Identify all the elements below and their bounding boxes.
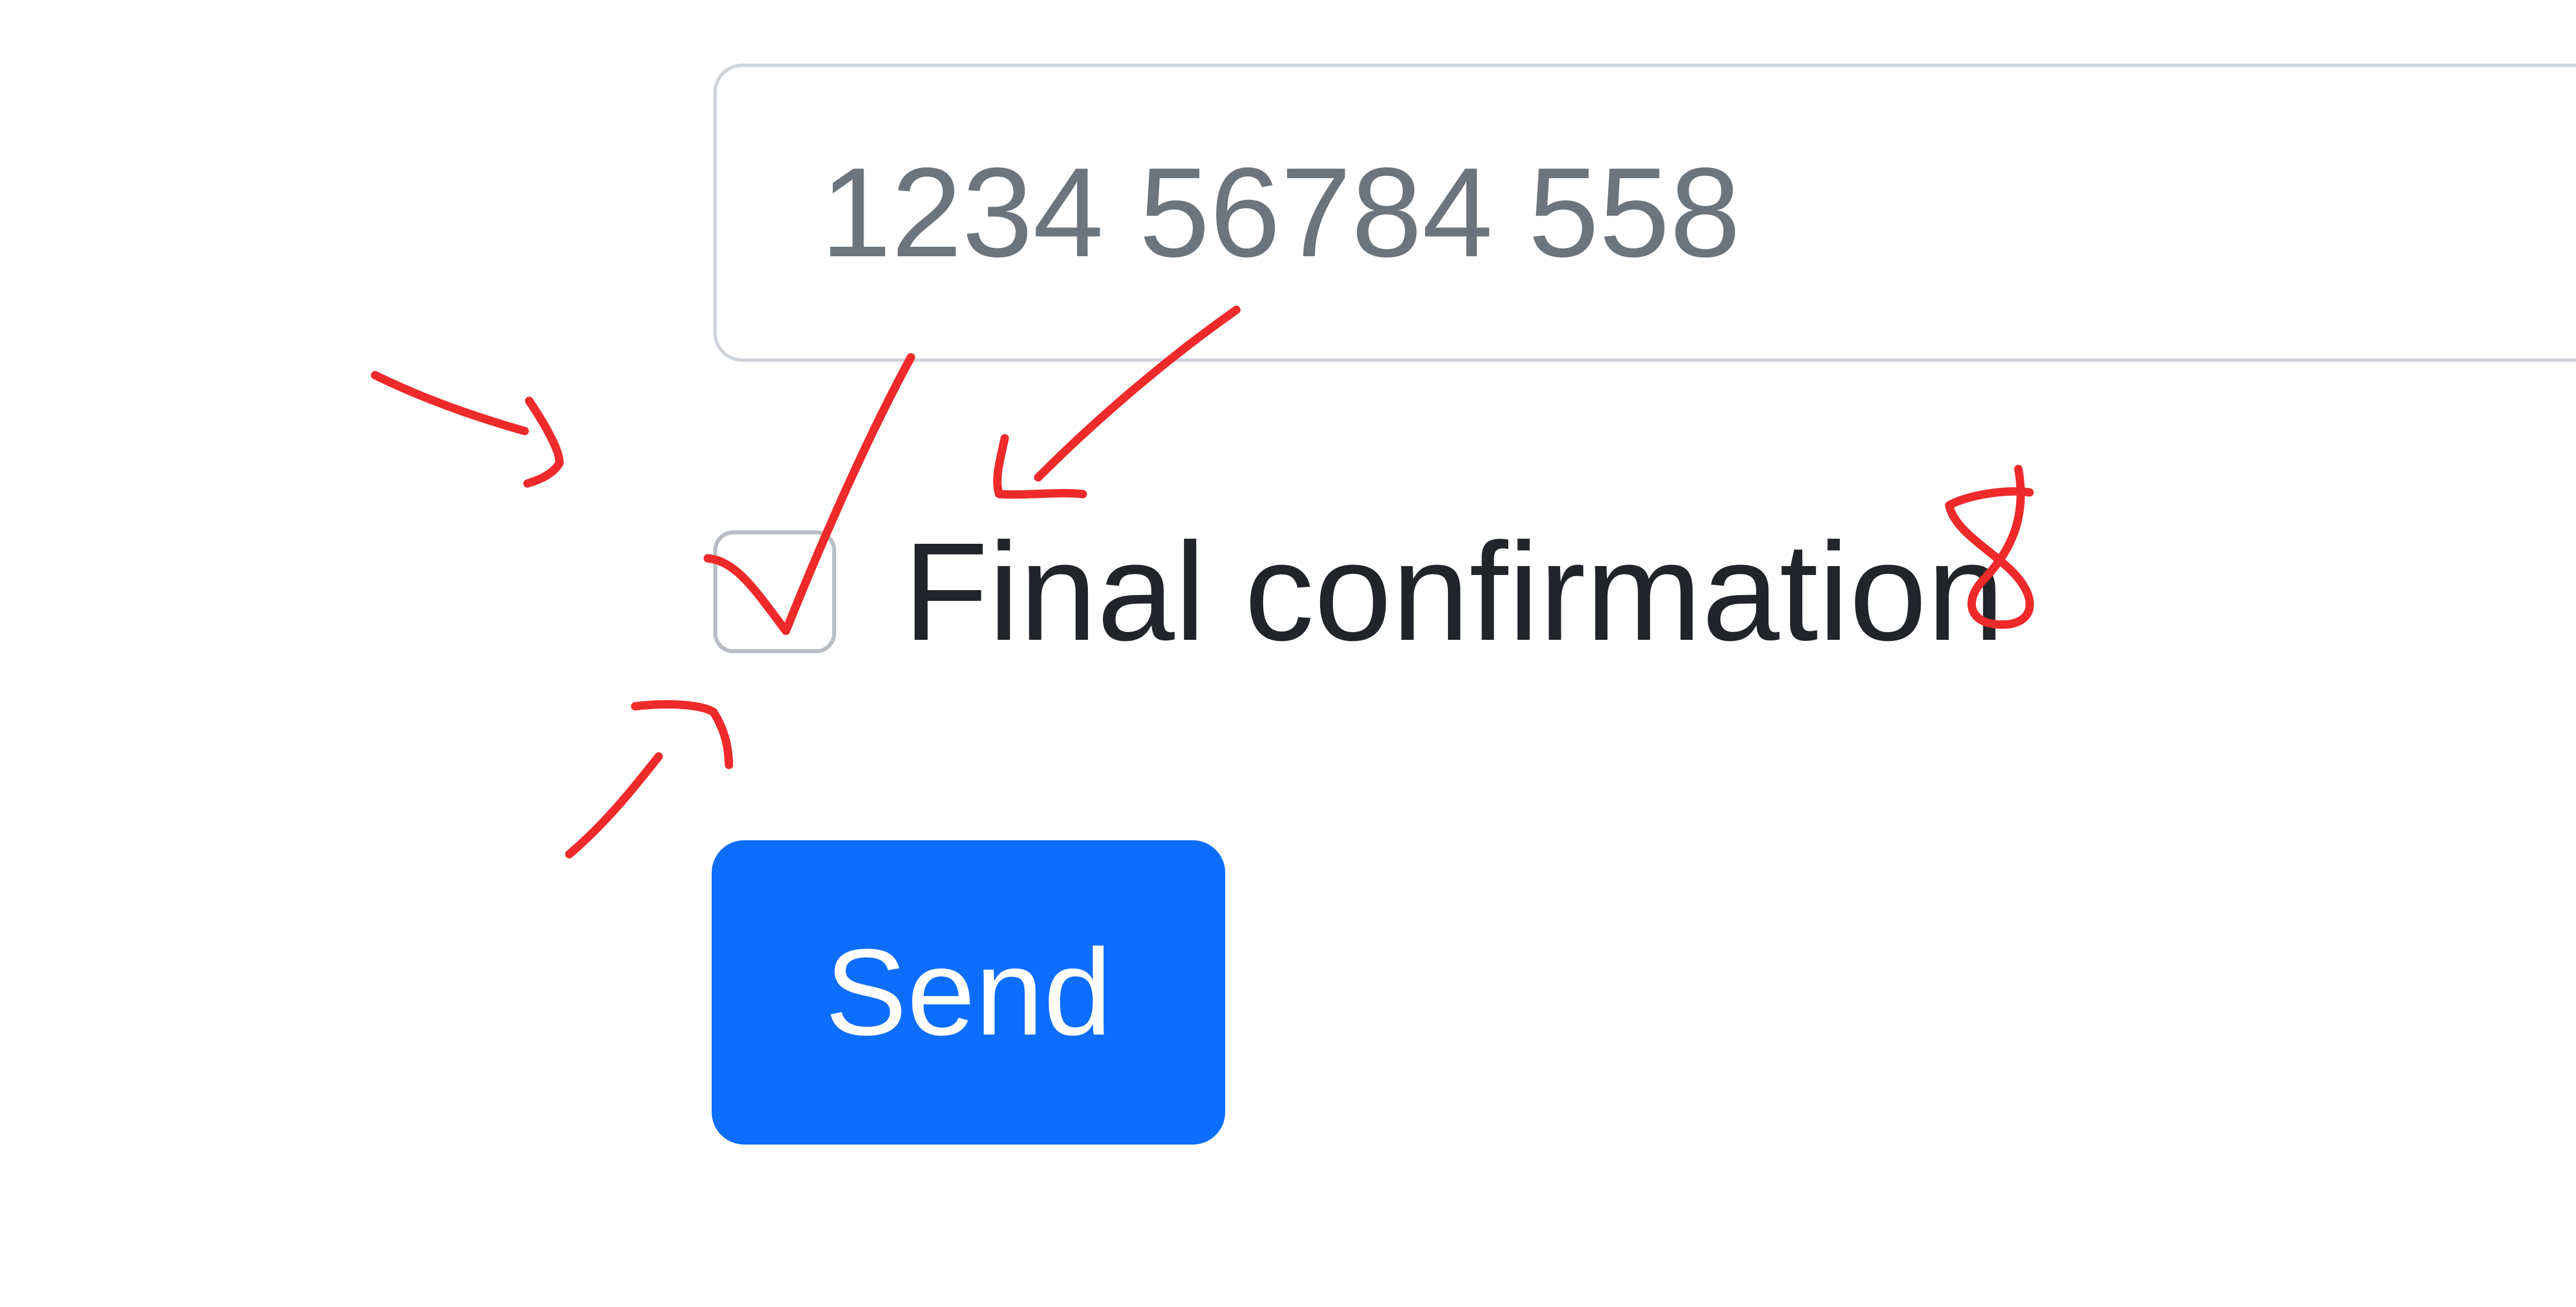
final-confirmation-row: Final confirmation: [713, 522, 2004, 662]
send-button[interactable]: Send: [712, 840, 1225, 1145]
phone-number-input[interactable]: [713, 64, 2576, 362]
final-confirmation-checkbox[interactable]: [713, 530, 836, 653]
confirmation-form: Final confirmation Send: [0, 0, 2576, 1307]
final-confirmation-label[interactable]: Final confirmation: [903, 522, 2004, 662]
